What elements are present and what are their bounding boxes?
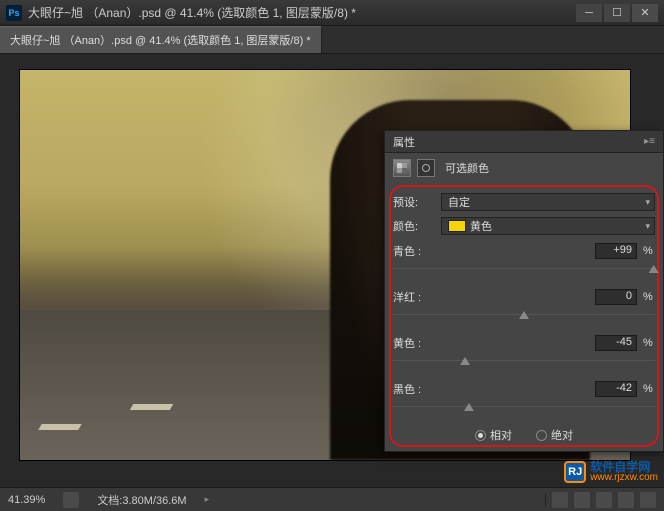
color-swatch bbox=[448, 220, 466, 232]
slider-value-input[interactable]: -45 bbox=[595, 335, 637, 351]
slider-value-input[interactable]: +99 bbox=[595, 243, 637, 259]
percent-label: % bbox=[643, 337, 655, 349]
adjustment-header: 可选颜色 bbox=[385, 153, 663, 183]
color-dropdown[interactable]: 黄色 ▾ bbox=[441, 217, 655, 235]
adjustment-footer-icon[interactable] bbox=[552, 492, 568, 508]
radio-absolute-label: 绝对 bbox=[551, 427, 573, 443]
preset-row: 预设: 自定 ▾ bbox=[393, 193, 655, 211]
zoom-level[interactable]: 41.39% bbox=[8, 494, 45, 506]
panel-menu-icon[interactable]: ▸≡ bbox=[644, 136, 655, 147]
divider bbox=[545, 493, 546, 507]
slider-label: 洋红 : bbox=[393, 289, 595, 305]
slider-value-input[interactable]: -42 bbox=[595, 381, 637, 397]
slider-row: 洋红 :0% bbox=[393, 289, 655, 321]
method-radios: 相对 绝对 bbox=[393, 427, 655, 443]
slider-row: 青色 :+99% bbox=[393, 243, 655, 275]
status-icon[interactable] bbox=[63, 492, 79, 508]
radio-relative[interactable]: 相对 bbox=[475, 427, 512, 443]
preset-label: 预设: bbox=[393, 194, 435, 210]
chevron-down-icon: ▾ bbox=[645, 197, 650, 208]
slider-track[interactable] bbox=[393, 263, 655, 275]
watermark-logo: RJ bbox=[564, 461, 586, 483]
photoshop-icon: Ps bbox=[6, 5, 22, 21]
slider-track[interactable] bbox=[393, 355, 655, 367]
percent-label: % bbox=[643, 383, 655, 395]
minimize-button[interactable]: ─ bbox=[576, 4, 602, 22]
slider-thumb[interactable] bbox=[649, 265, 659, 273]
document-tab[interactable]: 大眼仔~旭 （Anan）.psd @ 41.4% (选取颜色 1, 图层蒙版/8… bbox=[0, 26, 322, 53]
chevron-right-icon[interactable]: ▸ bbox=[205, 494, 210, 505]
slider-thumb[interactable] bbox=[460, 357, 470, 365]
chevron-down-icon: ▾ bbox=[645, 221, 650, 232]
clip-icon[interactable] bbox=[618, 492, 634, 508]
radio-absolute[interactable]: 绝对 bbox=[536, 427, 573, 443]
window-titlebar: Ps 大眼仔~旭 （Anan）.psd @ 41.4% (选取颜色 1, 图层蒙… bbox=[0, 0, 664, 26]
slider-track[interactable] bbox=[393, 309, 655, 321]
watermark-url: www.rjzxw.com bbox=[590, 473, 658, 483]
color-row: 颜色: 黄色 ▾ bbox=[393, 217, 655, 235]
preset-value: 自定 bbox=[448, 194, 470, 210]
slider-row: 黄色 :-45% bbox=[393, 335, 655, 367]
visibility-icon[interactable] bbox=[596, 492, 612, 508]
slider-track[interactable] bbox=[393, 401, 655, 413]
radio-dot-icon bbox=[475, 430, 486, 441]
properties-panel: 属性 ▸≡ 可选颜色 预设: 自定 ▾ 颜色: 黄色 ▾ 青色 :+99%洋红 … bbox=[384, 130, 664, 452]
mask-icon[interactable] bbox=[417, 159, 435, 177]
doc-size: 文档:3.80M/36.6M bbox=[97, 492, 186, 508]
window-title: 大眼仔~旭 （Anan）.psd @ 41.4% (选取颜色 1, 图层蒙版/8… bbox=[28, 4, 576, 21]
maximize-button[interactable]: ☐ bbox=[604, 4, 630, 22]
color-label: 颜色: bbox=[393, 218, 435, 234]
slider-label: 黄色 : bbox=[393, 335, 595, 351]
slider-thumb[interactable] bbox=[464, 403, 474, 411]
slider-thumb[interactable] bbox=[519, 311, 529, 319]
preset-dropdown[interactable]: 自定 ▾ bbox=[441, 193, 655, 211]
panel-tab-bar: 属性 ▸≡ bbox=[385, 131, 663, 153]
trash-icon[interactable] bbox=[640, 492, 656, 508]
slider-label: 黑色 : bbox=[393, 381, 595, 397]
status-bar: 41.39% 文档:3.80M/36.6M ▸ bbox=[0, 487, 664, 511]
radio-relative-label: 相对 bbox=[490, 427, 512, 443]
adjustment-title: 可选颜色 bbox=[445, 160, 489, 176]
selective-color-icon[interactable] bbox=[393, 159, 411, 177]
close-button[interactable]: ✕ bbox=[632, 4, 658, 22]
color-value: 黄色 bbox=[470, 218, 492, 234]
radio-dot-icon bbox=[536, 430, 547, 441]
slider-row: 黑色 :-42% bbox=[393, 381, 655, 413]
percent-label: % bbox=[643, 291, 655, 303]
document-tab-bar: 大眼仔~旭 （Anan）.psd @ 41.4% (选取颜色 1, 图层蒙版/8… bbox=[0, 26, 664, 54]
panel-tab-properties[interactable]: 属性 bbox=[393, 134, 415, 150]
slider-value-input[interactable]: 0 bbox=[595, 289, 637, 305]
reset-icon[interactable] bbox=[574, 492, 590, 508]
watermark: RJ 软件自学网 www.rjzxw.com bbox=[564, 461, 658, 483]
slider-label: 青色 : bbox=[393, 243, 595, 259]
percent-label: % bbox=[643, 245, 655, 257]
